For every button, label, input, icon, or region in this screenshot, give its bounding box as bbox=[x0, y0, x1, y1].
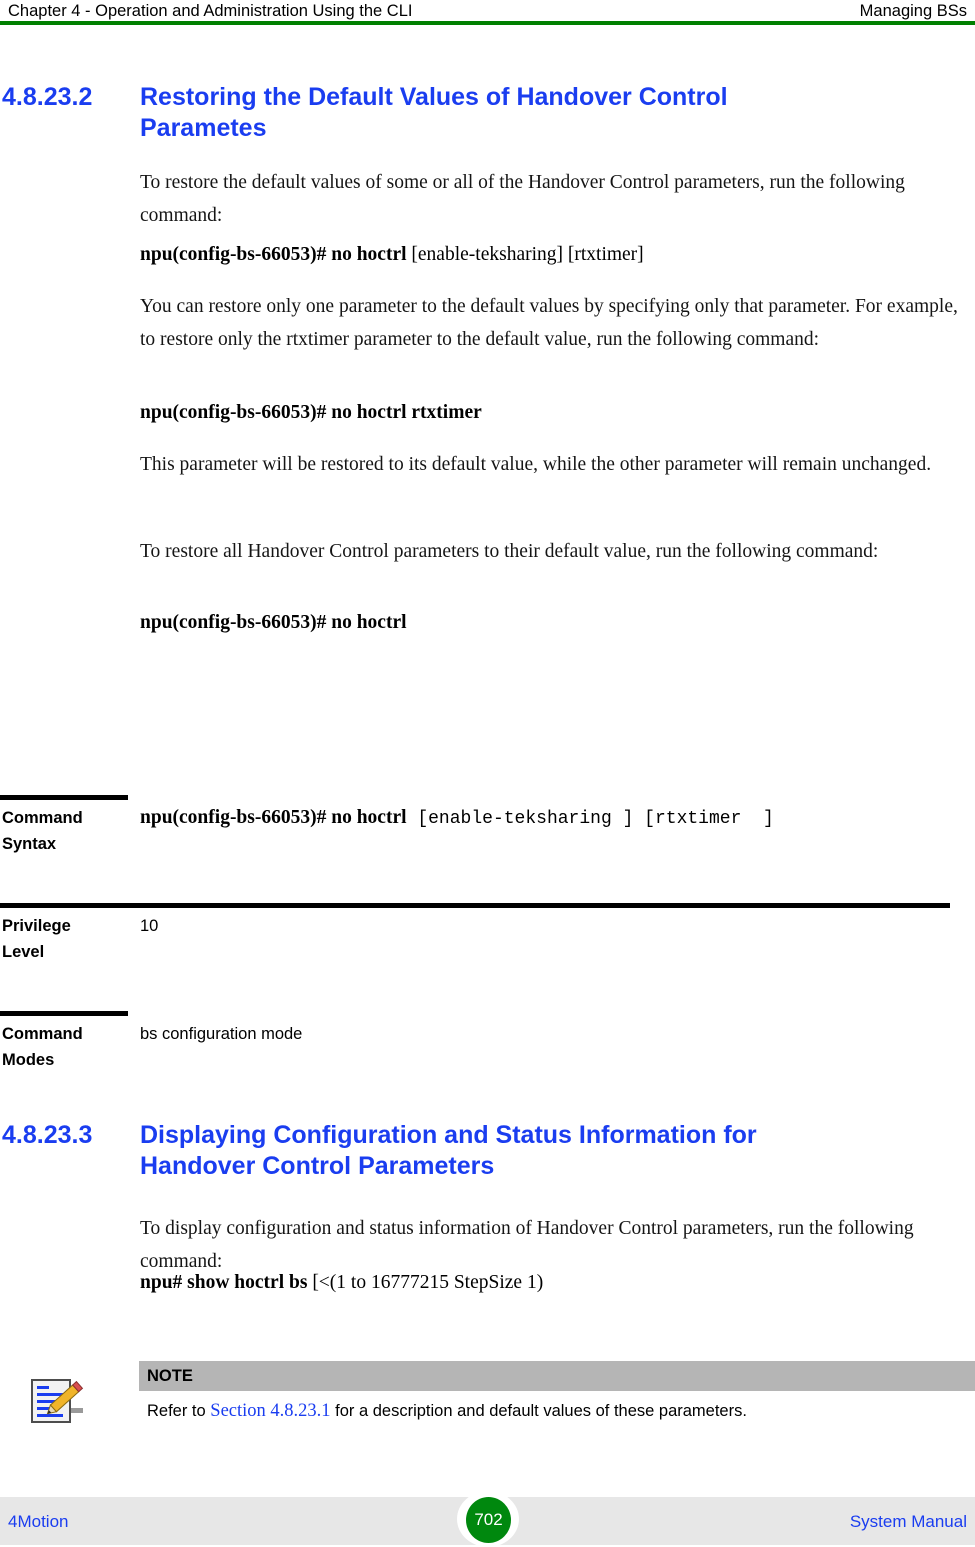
section-number: 4.8.23.2 bbox=[2, 83, 93, 111]
row-value-privilege-level: 10 bbox=[140, 917, 159, 935]
syntax-bold-part: npu(config-bs-66053)# no hoctrl bbox=[140, 807, 407, 828]
paragraph-single-parameter: You can restore only one parameter to th… bbox=[140, 296, 958, 350]
paragraph-restore-intro: To restore the default values of some or… bbox=[140, 172, 905, 226]
table-row-command-modes: Command Modes bs configuration mode bbox=[0, 1011, 950, 1101]
page-header: Chapter 4 - Operation and Administration… bbox=[0, 0, 975, 25]
note-section-link[interactable]: Section 4.8.23.1 bbox=[210, 1401, 330, 1421]
section-title: Restoring the Default Values of Handover… bbox=[140, 83, 728, 142]
row-value-command-syntax: npu(config-bs-66053)# no hoctrl [enable-… bbox=[140, 805, 950, 832]
command-show-hoctrl-bs: npu# show hoctrl bs [<(1 to 16777215 Ste… bbox=[140, 1268, 960, 1298]
note-text: Refer to Section 4.8.23.1 for a descript… bbox=[139, 1391, 975, 1422]
note-text-after: for a description and default values of … bbox=[330, 1402, 747, 1420]
command-arguments: [enable-teksharing] [rtxtimer] bbox=[406, 244, 644, 265]
command-prompt-bold: npu(config-bs-66053)# no hoctrl rtxtimer bbox=[140, 402, 482, 423]
label-line-1: Privilege bbox=[2, 917, 71, 935]
row-value-command-modes: bs configuration mode bbox=[140, 1025, 303, 1043]
label-line-1: Command bbox=[2, 809, 83, 827]
row-label-privilege-level: Privilege Level bbox=[0, 913, 140, 965]
command-no-hoctrl-all: npu(config-bs-66053)# no hoctrl bbox=[140, 608, 960, 638]
notepad-pencil-icon bbox=[28, 1372, 88, 1434]
footer-product-name[interactable]: 4Motion bbox=[8, 1511, 68, 1533]
page-footer: 4Motion 702 System Manual bbox=[0, 1485, 975, 1547]
command-prompt-bold: npu# show hoctrl bs bbox=[140, 1272, 308, 1293]
row-top-rule bbox=[0, 795, 128, 800]
footer-manual-name[interactable]: System Manual bbox=[850, 1511, 967, 1533]
paragraph-restore-all: To restore all Handover Control paramete… bbox=[140, 541, 879, 562]
command-no-hoctrl-optional: npu(config-bs-66053)# no hoctrl [enable-… bbox=[140, 240, 960, 270]
row-top-rule-full bbox=[0, 903, 950, 908]
header-green-rule bbox=[0, 21, 975, 25]
section-number: 4.8.23.3 bbox=[2, 1121, 93, 1149]
section-title: Displaying Configuration and Status Info… bbox=[140, 1121, 757, 1180]
label-line-1: Command bbox=[2, 1025, 83, 1043]
note-text-before: Refer to bbox=[147, 1402, 211, 1420]
header-chapter-title: Chapter 4 - Operation and Administration… bbox=[8, 2, 413, 20]
paragraph-restored-default: This parameter will be restored to its d… bbox=[140, 454, 932, 475]
table-row-privilege-level: Privilege Level 10 bbox=[0, 903, 950, 1011]
syntax-mono-part: [enable-teksharing ] [rtxtimer ] bbox=[406, 809, 774, 829]
section-heading-4-8-23-2: 4.8.23.2 Restoring the Default Values of… bbox=[0, 82, 940, 144]
table-row-command-syntax: Command Syntax npu(config-bs-66053)# no … bbox=[0, 795, 950, 905]
label-line-2: Syntax bbox=[2, 835, 57, 853]
section-heading-4-8-23-3: 4.8.23.3 Displaying Configuration and St… bbox=[0, 1120, 940, 1182]
note-title: NOTE bbox=[139, 1361, 975, 1391]
label-line-2: Modes bbox=[2, 1051, 55, 1069]
row-top-rule bbox=[0, 1011, 128, 1016]
command-prompt-bold: npu(config-bs-66053)# no hoctrl bbox=[140, 612, 407, 633]
note-callout: NOTE Refer to Section 4.8.23.1 for a des… bbox=[0, 680, 975, 1423]
label-line-2: Level bbox=[2, 943, 45, 961]
command-no-hoctrl-rtxtimer: npu(config-bs-66053)# no hoctrl rtxtimer bbox=[140, 398, 960, 428]
header-section-title: Managing BSs bbox=[859, 2, 967, 20]
command-arguments: [<(1 to 16777215 StepSize 1) bbox=[307, 1272, 544, 1293]
page-number-badge: 702 bbox=[466, 1497, 511, 1543]
note-body: NOTE Refer to Section 4.8.23.1 for a des… bbox=[139, 1361, 975, 1422]
command-prompt-bold: npu(config-bs-66053)# no hoctrl bbox=[140, 244, 407, 265]
row-label-command-syntax: Command Syntax bbox=[0, 805, 140, 857]
row-label-command-modes: Command Modes bbox=[0, 1021, 140, 1073]
